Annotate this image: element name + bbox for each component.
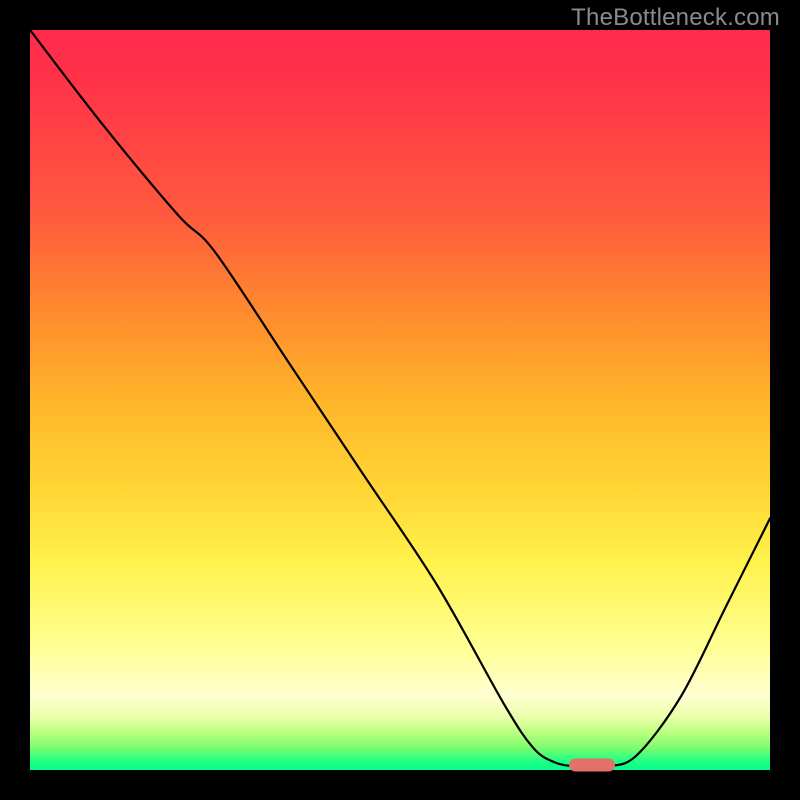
plot-area [30, 30, 770, 770]
outer-frame: TheBottleneck.com [0, 0, 800, 800]
bottleneck-curve [30, 30, 770, 770]
watermark-text: TheBottleneck.com [571, 4, 780, 32]
optimal-marker [569, 758, 615, 771]
